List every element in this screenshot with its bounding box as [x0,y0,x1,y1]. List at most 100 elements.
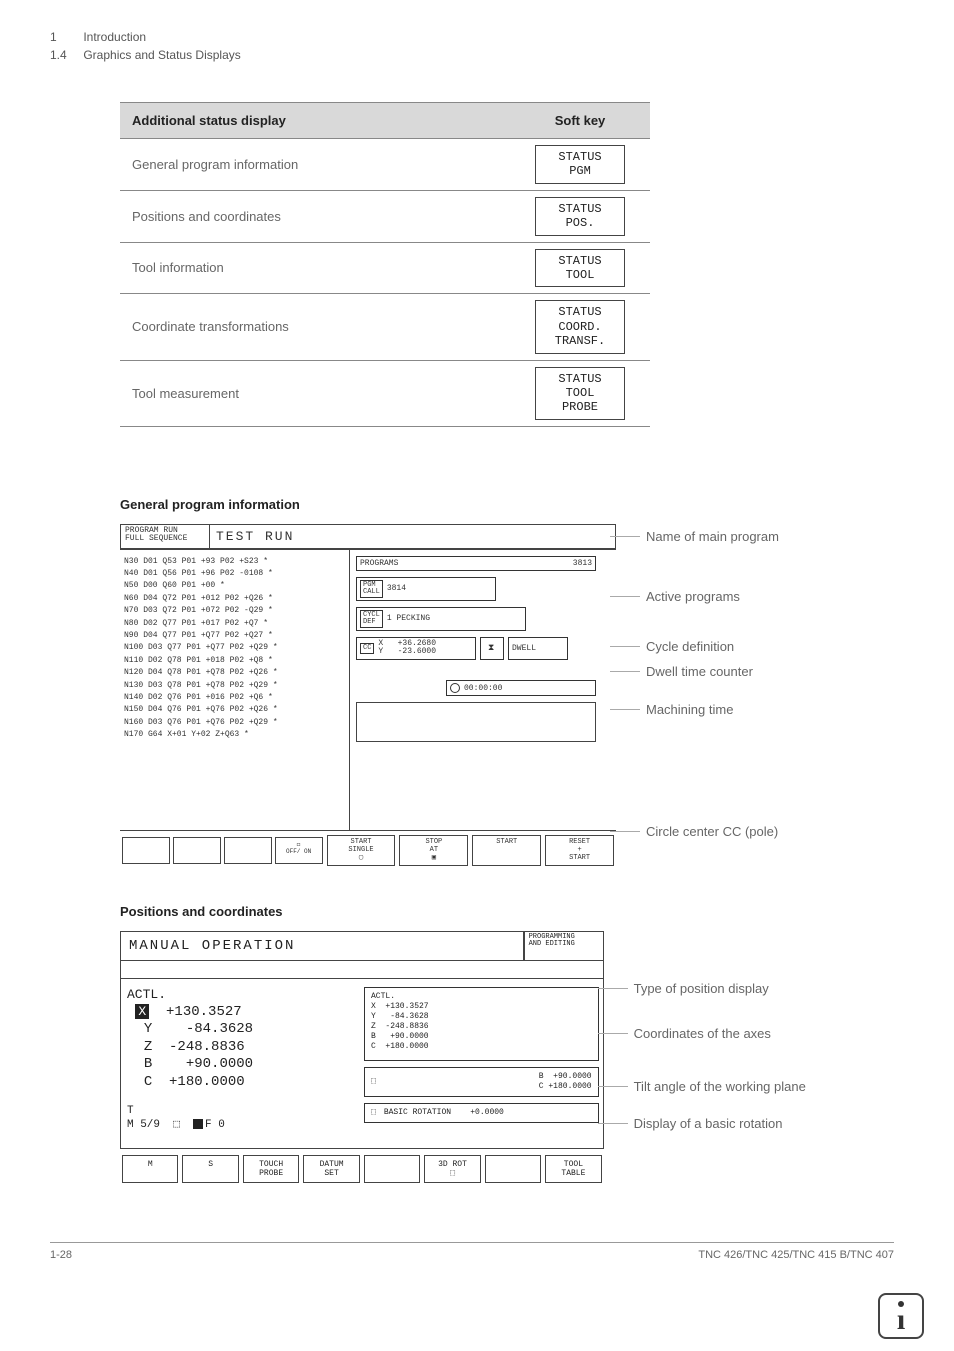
axis-x-val: +130.3527 [166,1004,242,1020]
table-cell-label: Coordinate transformations [120,294,510,360]
code-line: N130 D03 Q78 P01 +Q78 P02 +Q29 * [124,680,345,692]
header-chapter: 1 Introduction [50,30,894,44]
section-title-2: Positions and coordinates [120,904,894,919]
cycl-def-value: 1 PECKING [387,614,430,623]
clock-icon [450,683,460,693]
code-line: N40 D01 Q56 P01 +96 P02 -0108 * [124,568,345,580]
callout: Cycle definition [646,639,734,654]
table-cell-label: Positions and coordinates [120,190,510,242]
callout: Dwell time counter [646,664,753,679]
code-line: N160 D03 Q76 P01 +Q76 P02 +Q29 * [124,717,345,729]
status-pane: PROGRAMS 3813 PGM CALL 3814 CYCL DEF 1 P… [350,550,616,830]
callout: Display of a basic rotation [634,1116,783,1131]
tilt-values: B +90.0000 C +180.0000 [539,1072,592,1092]
figure-2: MANUAL OPERATION PROGRAMMING AND EDITING… [120,931,604,1201]
tilt-icon: ⬚ [371,1077,376,1087]
table-row: Tool measurement STATUS TOOL PROBE [120,360,650,426]
chapter-num: 1 [50,30,80,44]
machining-time: 00:00:00 [464,684,502,693]
chapter-title: Introduction [83,30,146,44]
table-row: Positions and coordinates STATUS POS. [120,190,650,242]
axis-c-label: C [144,1074,152,1090]
softkey-start[interactable]: START [472,835,541,866]
cycle-def-box: CYCL DEF 1 PECKING [356,607,526,631]
axis-b-label: B [144,1056,152,1072]
mode-manual: MANUAL OPERATION [120,931,524,961]
softkey-tool-table[interactable]: TOOL TABLE [545,1155,601,1183]
table-cell-label: General program information [120,139,510,191]
softkey-start-single[interactable]: START SINGLE ▢ [327,835,396,866]
cycl-def-icon: CYCL DEF [360,610,383,628]
code-line: N70 D03 Q72 P01 +072 P02 -Q29 * [124,605,345,617]
basic-rotation-text: BASIC ROTATION +0.0000 [384,1108,504,1118]
callout: Tilt angle of the working plane [634,1079,806,1094]
m-status: M 5/9 [127,1119,160,1131]
softkey-status-pos[interactable]: STATUS POS. [535,197,625,236]
axis-y-val: -84.3628 [177,1021,253,1037]
rotation-icon: ⬚ [371,1108,376,1118]
pgm-call-icon: PGM CALL [360,580,383,598]
status-table: Additional status display Soft key Gener… [120,102,650,427]
softkey-status-probe[interactable]: STATUS TOOL PROBE [535,367,625,420]
code-line: N110 D02 Q78 P01 +018 P02 +Q8 * [124,655,345,667]
softkey-empty [364,1155,420,1183]
status-line: T M 5/9 ⬚ F 0 [127,1105,354,1131]
programs-label: PROGRAMS [360,559,398,568]
softkey-status-coord[interactable]: STATUS COORD. TRANSF. [535,300,625,353]
axis-z-label: Z [144,1039,152,1055]
axis-c-val: +180.0000 [169,1074,245,1090]
page-footer: 1-28 TNC 426/TNC 425/TNC 415 B/TNC 407 [50,1242,894,1261]
softkey-status-tool[interactable]: STATUS TOOL [535,249,625,288]
callout: Type of position display [634,981,769,996]
softkey-status-pgm[interactable]: STATUS PGM [535,145,625,184]
callouts-fig2: Type of position display Coordinates of … [634,931,894,1201]
softkey-reset-start[interactable]: RESET + START [545,835,614,866]
pgm-call-value: 3814 [387,584,406,593]
pgm-call-box: PGM CALL 3814 [356,577,496,601]
mode-program-run[interactable]: PROGRAM RUN FULL SEQUENCE [120,524,210,549]
softkey-datum-set[interactable]: DATUM SET [303,1155,359,1183]
axis-z-val: -248.8836 [169,1039,245,1055]
section-title-1: General program information [120,497,894,512]
page-number: 1-28 [50,1249,72,1261]
f-icon [193,1119,203,1129]
axis-b-val: +90.0000 [177,1056,253,1072]
softkey-off-on[interactable]: ◻OFF/ ON [275,837,323,864]
softkey-m[interactable]: M [122,1155,178,1183]
code-line: N30 D01 Q53 P01 +93 P02 +S23 * [124,556,345,568]
callout: Machining time [646,702,733,717]
table-header-1: Additional status display [120,103,510,139]
programs-box: PROGRAMS 3813 [356,556,596,571]
softkey-row-fig1: ◻OFF/ ON START SINGLE ▢ STOP AT ▣ START … [120,830,616,870]
callout: Coordinates of the axes [634,1026,771,1041]
table-header-2: Soft key [510,103,650,139]
mode-programming[interactable]: PROGRAMMING AND EDITING [524,931,604,961]
f-status: F 0 [205,1119,225,1131]
info-icon: ı [878,1293,924,1339]
softkey-3d-rot[interactable]: 3D ROT ⬚ [424,1155,480,1183]
callouts-fig1: Name of main program Active programs Cyc… [646,524,894,874]
section-title: Graphics and Status Displays [83,48,240,62]
programs-number: 3813 [573,559,592,568]
code-line: N60 D04 Q72 P01 +012 P02 +Q26 * [124,593,345,605]
figure-1: PROGRAM RUN FULL SEQUENCE TEST RUN N30 D… [120,524,616,874]
softkey-stop-at[interactable]: STOP AT ▣ [399,835,468,866]
code-line: N150 D04 Q76 P01 +Q76 P02 +Q26 * [124,704,345,716]
table-row: Coordinate transformations STATUS COORD.… [120,294,650,360]
cc-y: Y -23.6000 [378,647,436,656]
nc-code-listing: N30 D01 Q53 P01 +93 P02 +S23 * N40 D01 Q… [120,550,350,830]
empty-status-box [356,702,596,742]
cc-box: CC X +36.2680Y -23.6000 [356,637,476,661]
actl-box: ACTL. X +130.3527 Y -84.3628 Z -248.8836… [364,987,599,1061]
tilt-box: ⬚ B +90.0000 C +180.0000 [364,1067,599,1097]
softkey-row-fig2: M S TOUCH PROBE DATUM SET 3D ROT ⬚ TOOL … [120,1149,604,1189]
code-line: N100 D03 Q77 P01 +Q77 P02 +Q29 * [124,642,345,654]
softkey-s[interactable]: S [182,1155,238,1183]
basic-rotation-box: ⬚ BASIC ROTATION +0.0000 [364,1103,599,1123]
table-cell-label: Tool measurement [120,360,510,426]
axis-y-label: Y [144,1021,152,1037]
softkey-touch-probe[interactable]: TOUCH PROBE [243,1155,299,1183]
code-line: N120 D04 Q78 P01 +Q78 P02 +Q26 * [124,667,345,679]
callout: Circle center CC (pole) [646,824,778,839]
cc-icon: CC [360,643,374,654]
